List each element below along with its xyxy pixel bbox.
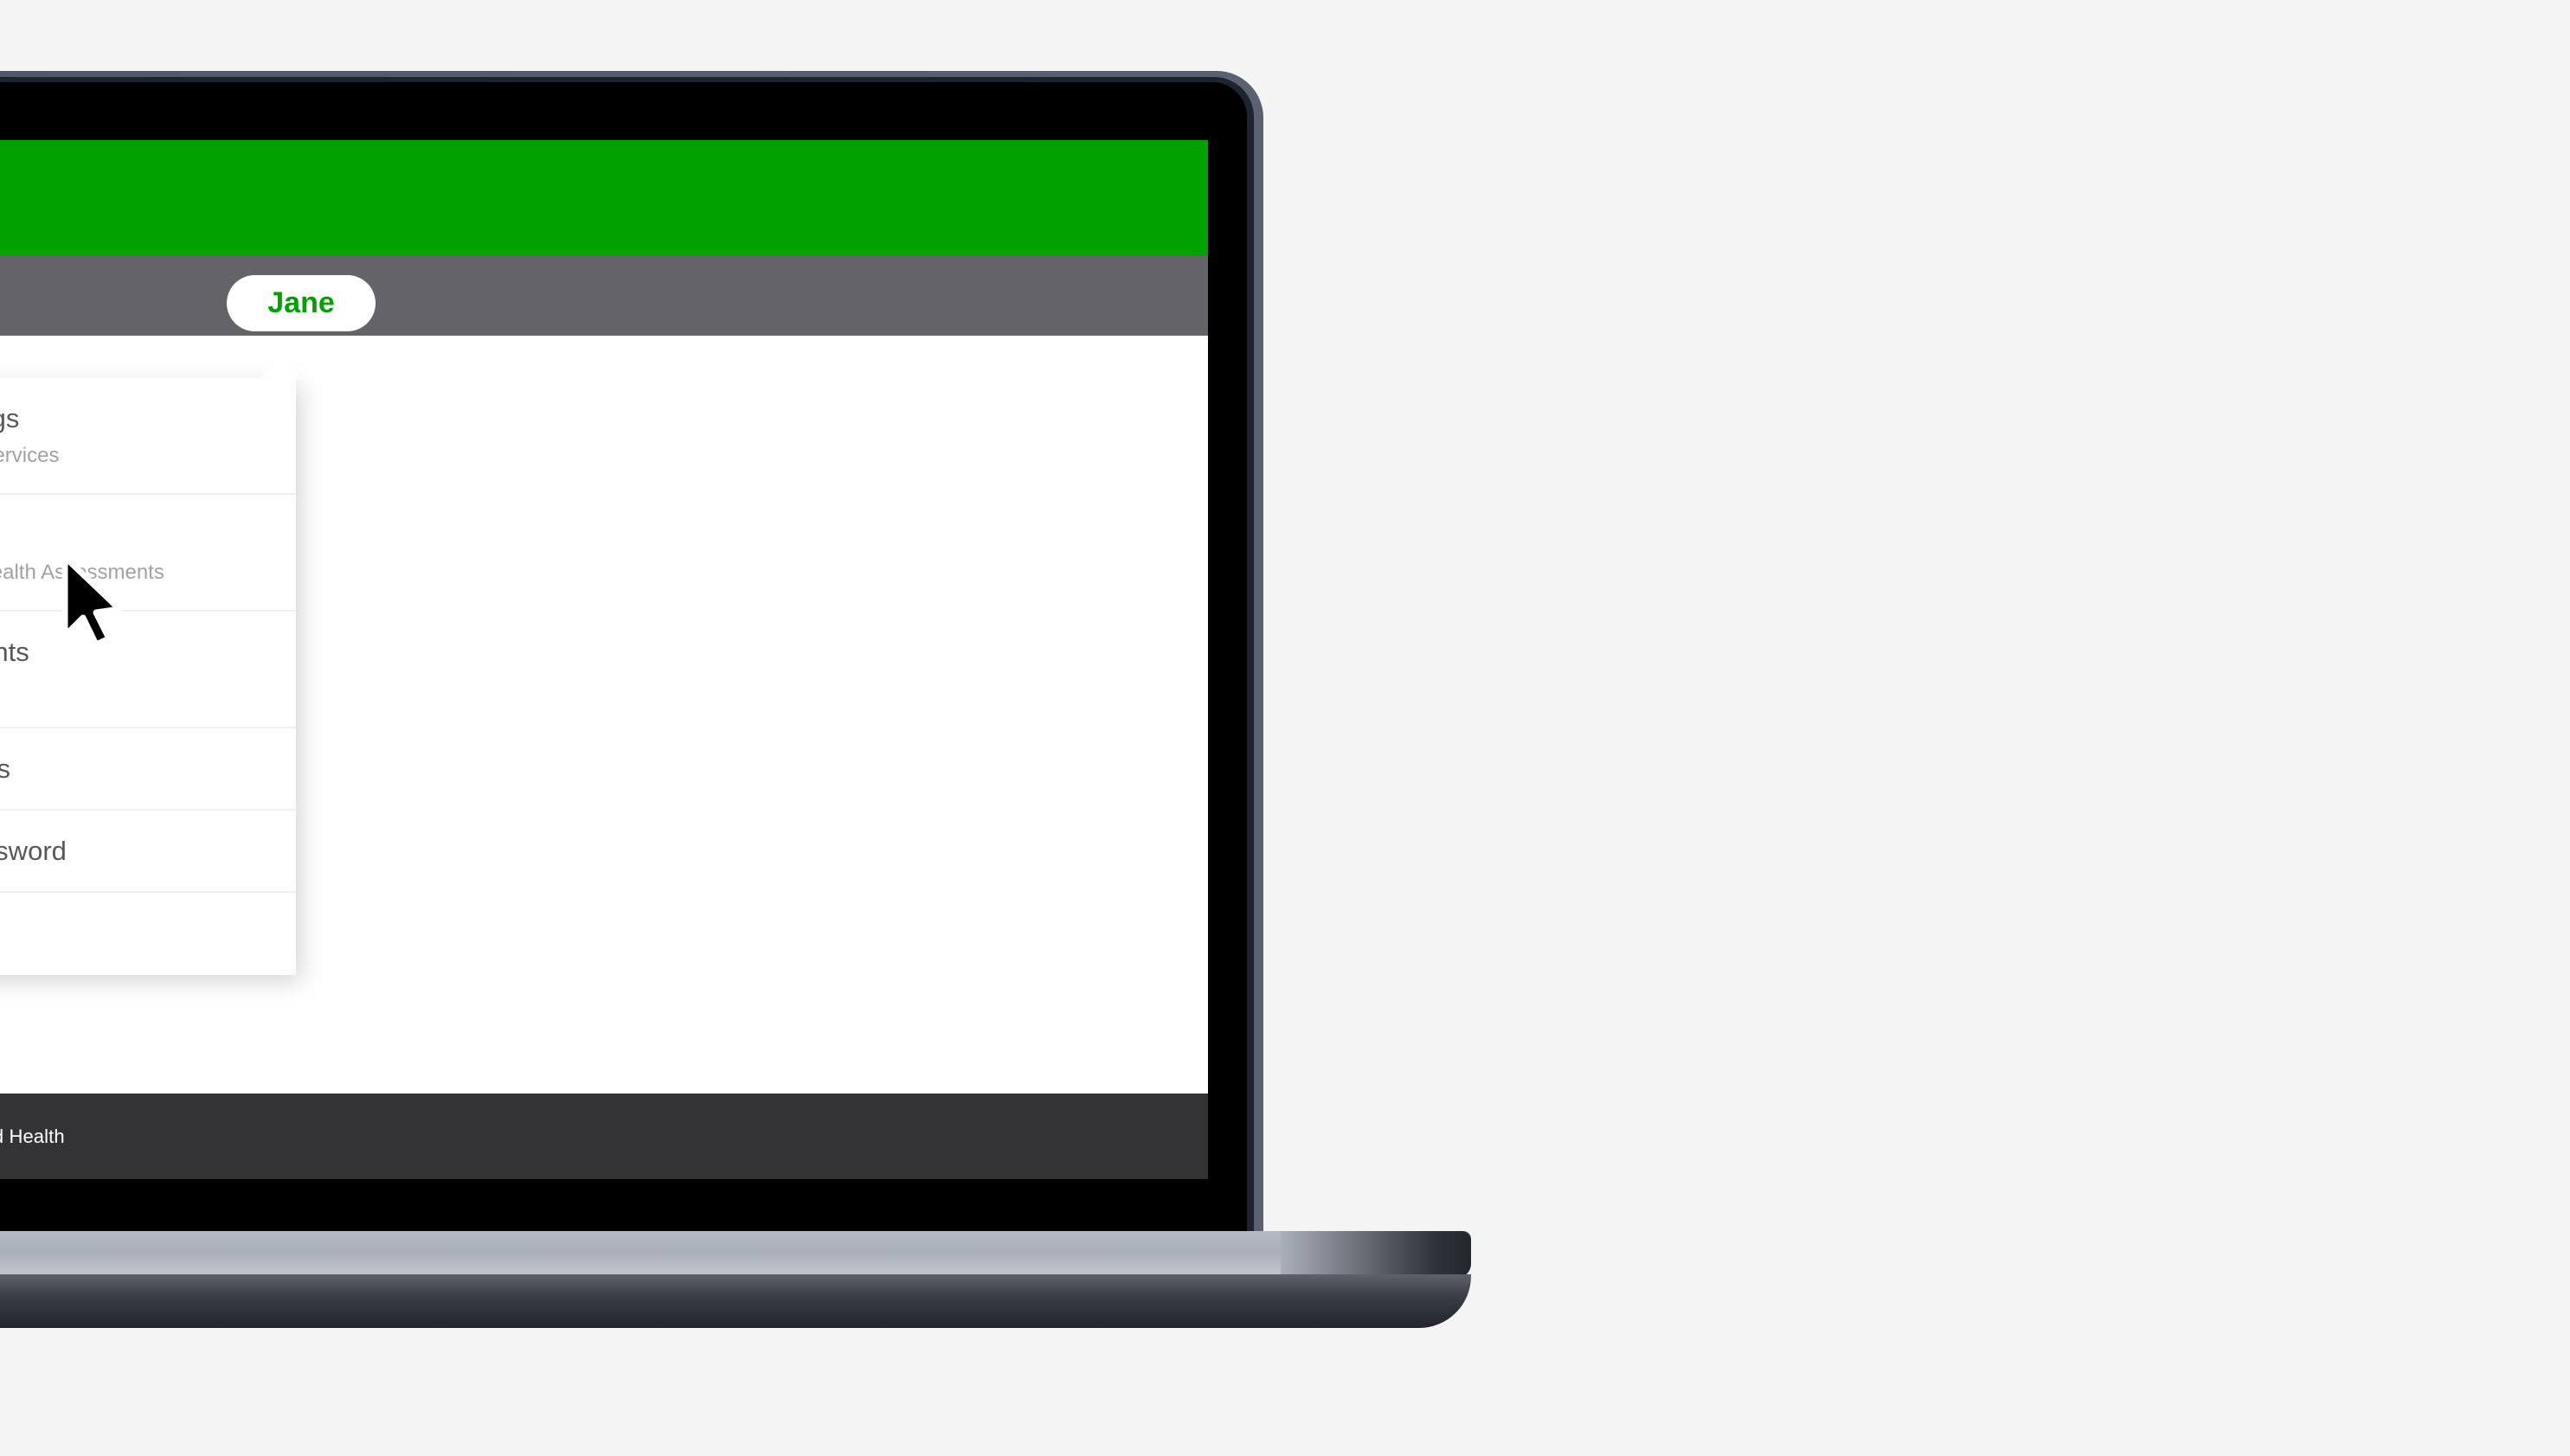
menu-item-subtitle: Personalised Health Assessments — [0, 561, 164, 585]
menu-item-title: My Documents — [0, 636, 29, 667]
menu-item-your-services[interactable]: Your services — [0, 728, 296, 811]
menu-item-subtitle: Book and buy services — [0, 444, 60, 468]
menu-item-title: Change password — [0, 835, 67, 866]
menu-item-my-documents[interactable]: My Documents My Documents — [0, 612, 296, 728]
laptop-mockup: Jane Your bookings Book and buy services… — [0, 71, 1263, 1235]
menu-item-subtitle: My Documents — [0, 677, 296, 702]
footer-copyright: © 2023 Nuffield Health — [0, 1125, 65, 1147]
laptop-base-front-edge — [0, 1274, 1471, 1328]
footer-right-links: Terms and conditions | Privacy policy | … — [0, 1126, 65, 1148]
browser-viewport: Jane Your bookings Book and buy services… — [0, 140, 1208, 1179]
site-header — [0, 140, 1208, 255]
menu-item-title: Log out — [0, 919, 296, 950]
site-footer: ofessionals | Corporate healthcare Terms… — [0, 1094, 1208, 1179]
account-menu-button[interactable]: Jane — [227, 275, 376, 331]
menu-item-title: Your bookings — [0, 402, 20, 433]
account-dropdown-menu[interactable]: Your bookings Book and buy services PATH… — [0, 378, 296, 975]
menu-item-title: PATH — [0, 520, 296, 551]
laptop-base-right-edge — [1281, 1231, 1471, 1278]
site-navigation-bar — [0, 255, 1208, 336]
laptop-base-top-surface — [0, 1231, 1471, 1276]
menu-item-log-out[interactable]: Log out — [0, 893, 296, 975]
menu-item-your-bookings[interactable]: Your bookings Book and buy services — [0, 378, 296, 495]
menu-item-path[interactable]: PATH Personalised Health Assessments — [0, 495, 296, 612]
account-menu-button-label: Jane — [267, 286, 335, 319]
menu-item-title: Your services — [0, 753, 10, 784]
laptop-base — [0, 1231, 1471, 1335]
menu-item-change-password[interactable]: Change password — [0, 811, 296, 893]
dropdown-caret-icon — [260, 357, 303, 379]
